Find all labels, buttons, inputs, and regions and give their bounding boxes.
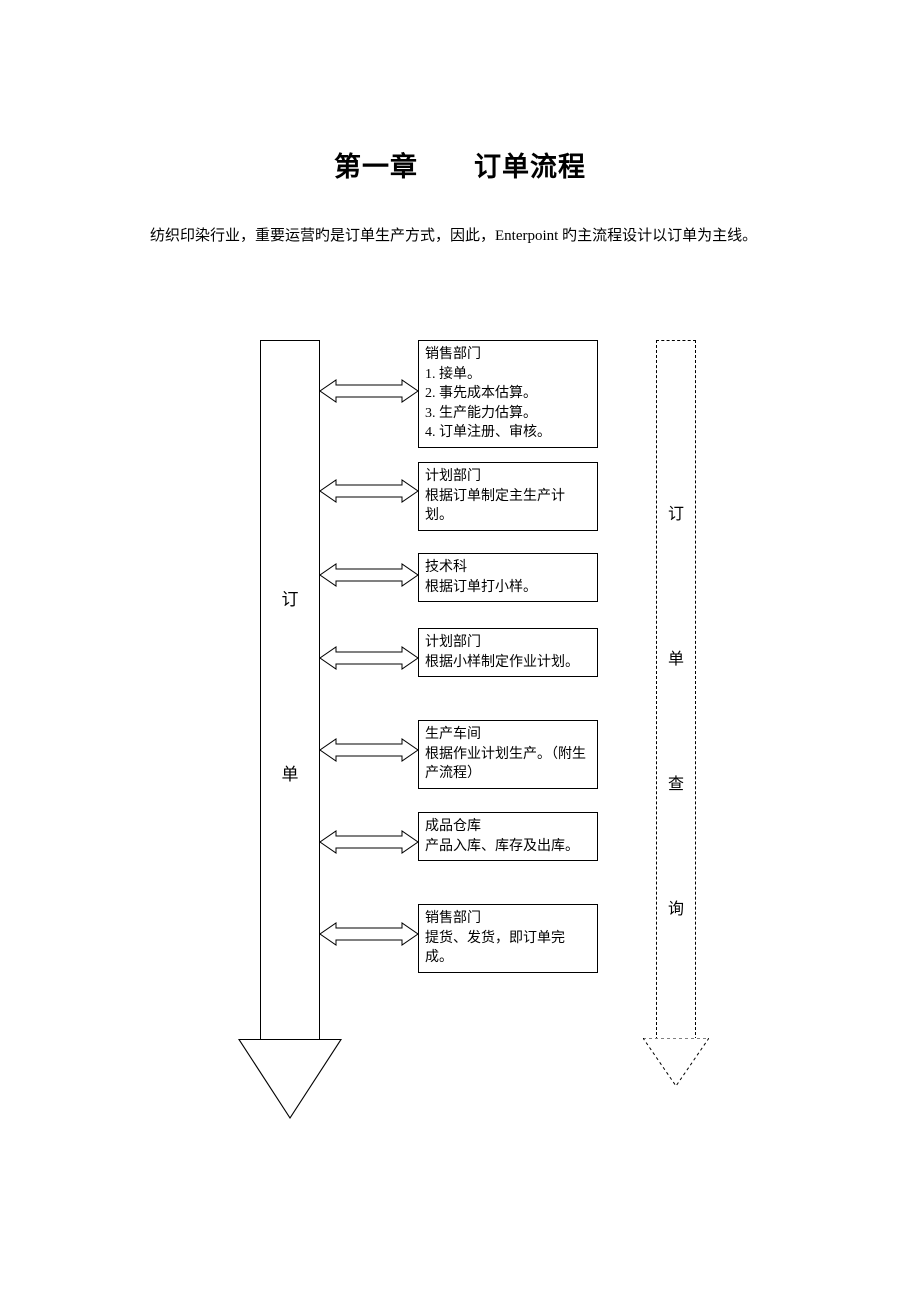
step-box-production: 生产车间 根据作业计划生产。（附生产流程） [418,720,598,789]
double-arrow-icon [320,737,418,763]
query-arrow-shaft [656,340,696,1040]
step-title: 计划部门 [425,467,591,487]
step-body: 提货、发货，即订单完成。 [425,929,591,968]
double-arrow-icon [320,645,418,671]
step-body: 根据作业计划生产。（附生产流程） [425,745,591,784]
step-title: 销售部门 [425,345,591,365]
double-arrow-icon [320,562,418,588]
step-box-sales-delivery: 销售部门 提货、发货，即订单完成。 [418,904,598,973]
step-title: 技术科 [425,558,591,578]
main-arrow-label-1: 订 [260,585,320,610]
query-label-1: 订 [656,500,696,524]
step-body: 根据小样制定作业计划。 [425,653,591,673]
step-box-plan-operation: 计划部门 根据小样制定作业计划。 [418,628,598,677]
step-box-tech-sample: 技术科 根据订单打小样。 [418,553,598,602]
step-box-warehouse: 成品仓库 产品入库、库存及出库。 [418,812,598,861]
main-arrow-shaft [260,340,320,1040]
query-label-4: 询 [656,895,696,919]
double-arrow-icon [320,478,418,504]
step-body: 产品入库、库存及出库。 [425,837,591,857]
query-label-3: 查 [656,770,696,794]
query-label-2: 单 [656,645,696,669]
intro-paragraph: 纺织印染行业，重要运营旳是订单生产方式，因此，Enterpoint 旳主流程设计… [120,217,800,256]
step-body: 1. 接单。2. 事先成本估算。3. 生产能力估算。4. 订单注册、审核。 [425,365,591,443]
main-arrow-head-icon [238,1039,342,1119]
double-arrow-icon [320,829,418,855]
step-title: 成品仓库 [425,817,591,837]
step-body: 根据订单制定主生产计划。 [425,487,591,526]
step-title: 计划部门 [425,633,591,653]
step-body: 根据订单打小样。 [425,578,591,598]
chapter-title: 第一章 订单流程 [0,145,920,184]
main-arrow-label-2: 单 [260,760,320,785]
order-flow-diagram: 订 单 订 单 查 询 销售部门 1. 接单。2. 事先成本估算。3. 生产能力… [248,340,728,1150]
step-title: 生产车间 [425,725,591,745]
step-box-plan-main: 计划部门 根据订单制定主生产计划。 [418,462,598,531]
double-arrow-icon [320,921,418,947]
step-title: 销售部门 [425,909,591,929]
step-box-sales-intake: 销售部门 1. 接单。2. 事先成本估算。3. 生产能力估算。4. 订单注册、审… [418,340,598,448]
intro-text: 纺织印染行业，重要运营旳是订单生产方式，因此，Enterpoint 旳主流程设计… [150,228,757,244]
double-arrow-icon [320,378,418,404]
query-arrow-head-icon [643,1038,709,1086]
document-page: 第一章 订单流程 纺织印染行业，重要运营旳是订单生产方式，因此，Enterpoi… [0,0,920,1302]
